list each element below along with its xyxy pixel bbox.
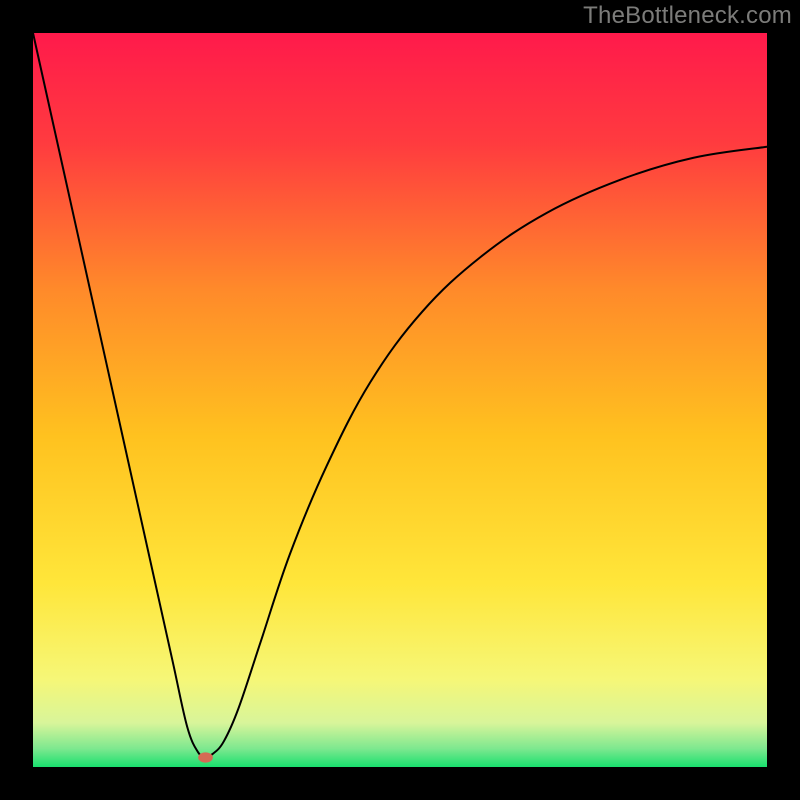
bottleneck-chart (0, 0, 800, 800)
plot-area (33, 33, 767, 767)
chart-stage: TheBottleneck.com (0, 0, 800, 800)
optimal-marker (198, 752, 213, 762)
watermark-label: TheBottleneck.com (583, 2, 792, 30)
